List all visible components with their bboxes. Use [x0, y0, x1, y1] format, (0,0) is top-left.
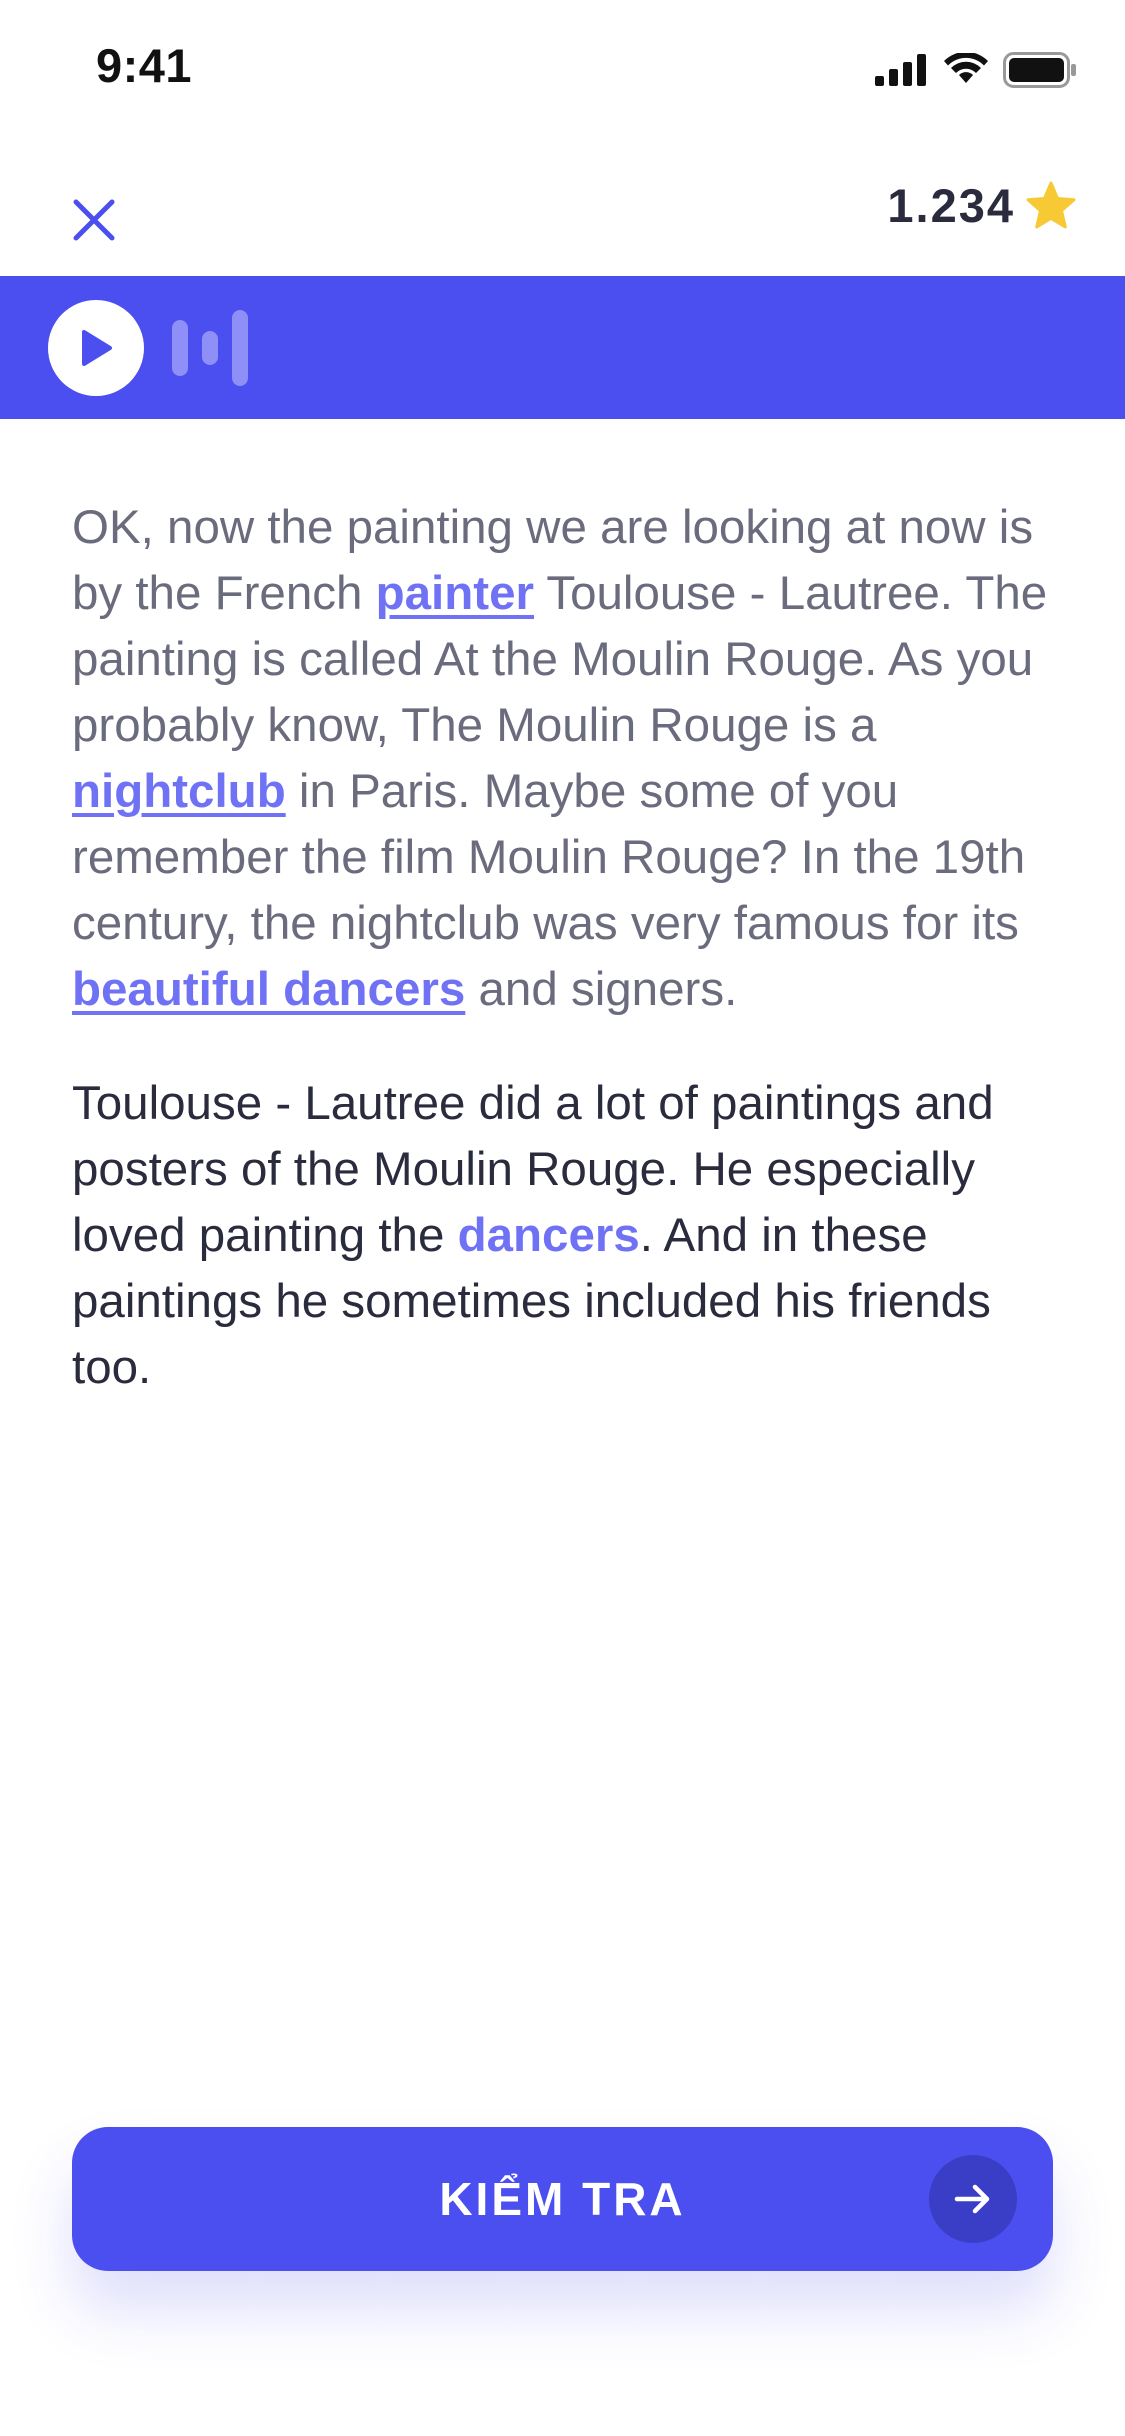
play-icon: [82, 330, 112, 366]
top-bar: 1.234: [0, 168, 1125, 278]
play-button[interactable]: [48, 300, 144, 396]
waveform-bar: [232, 310, 248, 386]
waveform-bar: [172, 320, 188, 376]
battery-icon: [1003, 52, 1076, 88]
status-bar: 9:41: [0, 0, 1125, 132]
vocab-word-link[interactable]: painter: [376, 567, 534, 620]
score-display: 1.234: [887, 178, 1077, 233]
arrow-circle: [929, 2155, 1017, 2243]
score-value: 1.234: [887, 179, 1015, 232]
transcript-text: and signers.: [465, 963, 738, 1016]
transcript-paragraph: Toulouse - Lautree did a lot of painting…: [72, 1071, 1062, 1401]
vocab-word-link[interactable]: nightclub: [72, 765, 286, 818]
star-icon: [1026, 181, 1076, 228]
arrow-right-icon: [954, 2184, 990, 2214]
status-time: 9:41: [96, 39, 193, 92]
wifi-icon: [944, 53, 988, 83]
audio-player-bar: [0, 276, 1125, 419]
cellular-signal-icon: [875, 54, 926, 86]
vocab-word-link[interactable]: beautiful dancers: [72, 963, 465, 1016]
check-button-label: KIỂM TRA: [439, 2173, 686, 2225]
transcript: OK, now the painting we are looking at n…: [72, 495, 1062, 1449]
status-icons: [875, 50, 1077, 90]
transcript-paragraph: OK, now the painting we are looking at n…: [72, 495, 1062, 1023]
lesson-screen: 9:41 1.234 OK, now the painting we are l…: [0, 0, 1125, 2436]
check-button[interactable]: KIỂM TRA: [72, 2127, 1053, 2271]
close-button[interactable]: [62, 188, 126, 252]
waveform-icon: [172, 310, 248, 386]
vocab-word[interactable]: dancers: [458, 1209, 640, 1262]
waveform-bar: [202, 331, 218, 365]
close-icon: [73, 199, 115, 241]
